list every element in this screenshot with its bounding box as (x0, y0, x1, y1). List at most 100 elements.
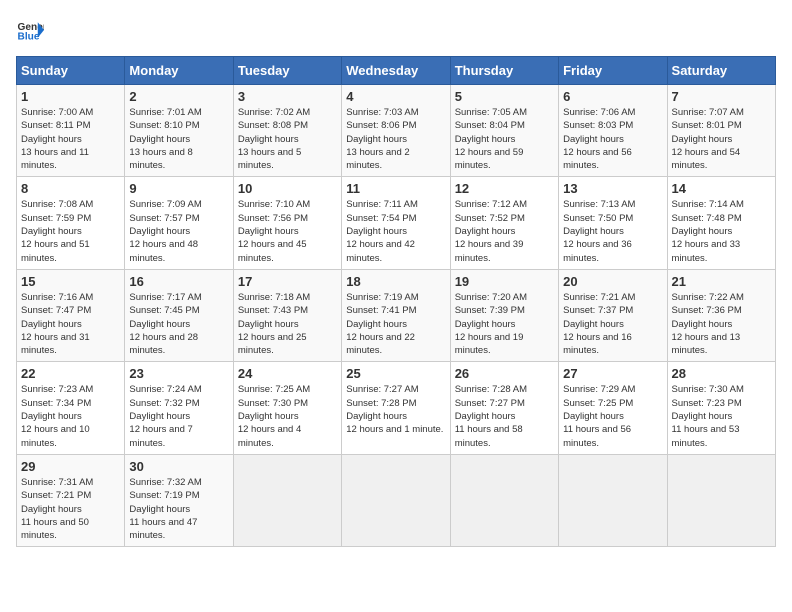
day-number: 3 (238, 89, 337, 104)
day-info: Sunrise: 7:13 AMSunset: 7:50 PMDaylight … (563, 198, 662, 264)
calendar-cell: 21 Sunrise: 7:22 AMSunset: 7:36 PMDayligh… (667, 269, 775, 361)
day-number: 2 (129, 89, 228, 104)
col-header-friday: Friday (559, 57, 667, 85)
day-number: 13 (563, 181, 662, 196)
col-header-thursday: Thursday (450, 57, 558, 85)
day-number: 17 (238, 274, 337, 289)
day-info: Sunrise: 7:18 AMSunset: 7:43 PMDaylight … (238, 291, 337, 357)
calendar-cell: 5Sunrise: 7:05 AMSunset: 8:04 PMDaylight… (450, 85, 558, 177)
week-row-1: 1 Sunrise: 7:00 AMSunset: 8:11 PMDaylight… (17, 85, 776, 177)
day-number: 4 (346, 89, 445, 104)
day-info: Sunrise: 7:19 AMSunset: 7:41 PMDaylight … (346, 291, 445, 357)
week-row-3: 15 Sunrise: 7:16 AMSunset: 7:47 PMDayligh… (17, 269, 776, 361)
day-number: 8 (21, 181, 120, 196)
calendar-cell: 20 Sunrise: 7:21 AMSunset: 7:37 PMDayligh… (559, 269, 667, 361)
calendar-cell: 12Sunrise: 7:12 AMSunset: 7:52 PMDayligh… (450, 177, 558, 269)
day-info: Sunrise: 7:17 AMSunset: 7:45 PMDaylight … (129, 291, 228, 357)
calendar-cell: 3Sunrise: 7:02 AMSunset: 8:08 PMDaylight… (233, 85, 341, 177)
calendar-cell: 6 Sunrise: 7:06 AMSunset: 8:03 PMDaylight… (559, 85, 667, 177)
day-number: 6 (563, 89, 662, 104)
day-number: 29 (21, 459, 120, 474)
day-number: 15 (21, 274, 120, 289)
day-info: Sunrise: 7:23 AMSunset: 7:34 PMDaylight … (21, 383, 120, 449)
day-info: Sunrise: 7:32 AMSunset: 7:19 PMDaylight … (129, 476, 228, 542)
day-number: 1 (21, 89, 120, 104)
logo: General Blue (16, 16, 44, 44)
calendar-cell: 2 Sunrise: 7:01 AMSunset: 8:10 PMDaylight… (125, 85, 233, 177)
calendar-cell: 17 Sunrise: 7:18 AMSunset: 7:43 PMDayligh… (233, 269, 341, 361)
calendar-cell: 18 Sunrise: 7:19 AMSunset: 7:41 PMDayligh… (342, 269, 450, 361)
day-info: Sunrise: 7:22 AMSunset: 7:36 PMDaylight … (672, 291, 771, 357)
calendar-cell: 4Sunrise: 7:03 AMSunset: 8:06 PMDaylight… (342, 85, 450, 177)
calendar-cell: 7 Sunrise: 7:07 AMSunset: 8:01 PMDaylight… (667, 85, 775, 177)
calendar-cell: 16 Sunrise: 7:17 AMSunset: 7:45 PMDayligh… (125, 269, 233, 361)
calendar-cell (559, 454, 667, 546)
logo-icon: General Blue (16, 16, 44, 44)
day-info: Sunrise: 7:27 AMSunset: 7:28 PMDaylight … (346, 383, 445, 436)
day-number: 12 (455, 181, 554, 196)
day-number: 20 (563, 274, 662, 289)
calendar-table: SundayMondayTuesdayWednesdayThursdayFrid… (16, 56, 776, 547)
calendar-cell: 11 Sunrise: 7:11 AMSunset: 7:54 PMDayligh… (342, 177, 450, 269)
day-info: Sunrise: 7:25 AMSunset: 7:30 PMDaylight … (238, 383, 337, 449)
calendar-cell: 29 Sunrise: 7:31 AMSunset: 7:21 PMDayligh… (17, 454, 125, 546)
week-row-4: 22 Sunrise: 7:23 AMSunset: 7:34 PMDayligh… (17, 362, 776, 454)
calendar-cell (342, 454, 450, 546)
calendar-cell: 27 Sunrise: 7:29 AMSunset: 7:25 PMDayligh… (559, 362, 667, 454)
day-info: Sunrise: 7:29 AMSunset: 7:25 PMDaylight … (563, 383, 662, 449)
day-number: 30 (129, 459, 228, 474)
calendar-cell: 15 Sunrise: 7:16 AMSunset: 7:47 PMDayligh… (17, 269, 125, 361)
calendar-cell: 14Sunrise: 7:14 AMSunset: 7:48 PMDayligh… (667, 177, 775, 269)
week-row-5: 29 Sunrise: 7:31 AMSunset: 7:21 PMDayligh… (17, 454, 776, 546)
day-info: Sunrise: 7:14 AMSunset: 7:48 PMDaylight … (672, 198, 771, 264)
day-number: 26 (455, 366, 554, 381)
calendar-cell: 28Sunrise: 7:30 AMSunset: 7:23 PMDayligh… (667, 362, 775, 454)
day-info: Sunrise: 7:20 AMSunset: 7:39 PMDaylight … (455, 291, 554, 357)
calendar-cell (450, 454, 558, 546)
col-header-tuesday: Tuesday (233, 57, 341, 85)
calendar-cell: 26 Sunrise: 7:28 AMSunset: 7:27 PMDayligh… (450, 362, 558, 454)
day-number: 5 (455, 89, 554, 104)
day-info: Sunrise: 7:08 AMSunset: 7:59 PMDaylight … (21, 198, 120, 264)
page-header: General Blue (16, 16, 776, 44)
day-number: 25 (346, 366, 445, 381)
day-info: Sunrise: 7:31 AMSunset: 7:21 PMDaylight … (21, 476, 120, 542)
col-header-wednesday: Wednesday (342, 57, 450, 85)
calendar-cell: 22 Sunrise: 7:23 AMSunset: 7:34 PMDayligh… (17, 362, 125, 454)
day-number: 16 (129, 274, 228, 289)
day-number: 11 (346, 181, 445, 196)
day-number: 28 (672, 366, 771, 381)
calendar-cell: 10Sunrise: 7:10 AMSunset: 7:56 PMDayligh… (233, 177, 341, 269)
day-number: 18 (346, 274, 445, 289)
day-number: 7 (672, 89, 771, 104)
calendar-cell: 24 Sunrise: 7:25 AMSunset: 7:30 PMDayligh… (233, 362, 341, 454)
week-row-2: 8 Sunrise: 7:08 AMSunset: 7:59 PMDaylight… (17, 177, 776, 269)
day-number: 27 (563, 366, 662, 381)
calendar-cell: 1 Sunrise: 7:00 AMSunset: 8:11 PMDaylight… (17, 85, 125, 177)
header-row: SundayMondayTuesdayWednesdayThursdayFrid… (17, 57, 776, 85)
calendar-cell: 23 Sunrise: 7:24 AMSunset: 7:32 PMDayligh… (125, 362, 233, 454)
calendar-cell (667, 454, 775, 546)
day-info: Sunrise: 7:28 AMSunset: 7:27 PMDaylight … (455, 383, 554, 449)
day-info: Sunrise: 7:06 AMSunset: 8:03 PMDaylight … (563, 106, 662, 172)
col-header-sunday: Sunday (17, 57, 125, 85)
calendar-cell: 13 Sunrise: 7:13 AMSunset: 7:50 PMDayligh… (559, 177, 667, 269)
day-number: 19 (455, 274, 554, 289)
day-info: Sunrise: 7:00 AMSunset: 8:11 PMDaylight … (21, 106, 120, 172)
day-info: Sunrise: 7:16 AMSunset: 7:47 PMDaylight … (21, 291, 120, 357)
day-number: 21 (672, 274, 771, 289)
svg-text:Blue: Blue (18, 31, 40, 42)
day-number: 9 (129, 181, 228, 196)
day-info: Sunrise: 7:07 AMSunset: 8:01 PMDaylight … (672, 106, 771, 172)
day-info: Sunrise: 7:09 AMSunset: 7:57 PMDaylight … (129, 198, 228, 264)
calendar-cell: 9 Sunrise: 7:09 AMSunset: 7:57 PMDaylight… (125, 177, 233, 269)
day-info: Sunrise: 7:11 AMSunset: 7:54 PMDaylight … (346, 198, 445, 264)
day-number: 10 (238, 181, 337, 196)
calendar-cell: 19 Sunrise: 7:20 AMSunset: 7:39 PMDayligh… (450, 269, 558, 361)
day-number: 22 (21, 366, 120, 381)
day-info: Sunrise: 7:01 AMSunset: 8:10 PMDaylight … (129, 106, 228, 172)
day-number: 23 (129, 366, 228, 381)
day-info: Sunrise: 7:21 AMSunset: 7:37 PMDaylight … (563, 291, 662, 357)
day-number: 24 (238, 366, 337, 381)
day-info: Sunrise: 7:24 AMSunset: 7:32 PMDaylight … (129, 383, 228, 449)
